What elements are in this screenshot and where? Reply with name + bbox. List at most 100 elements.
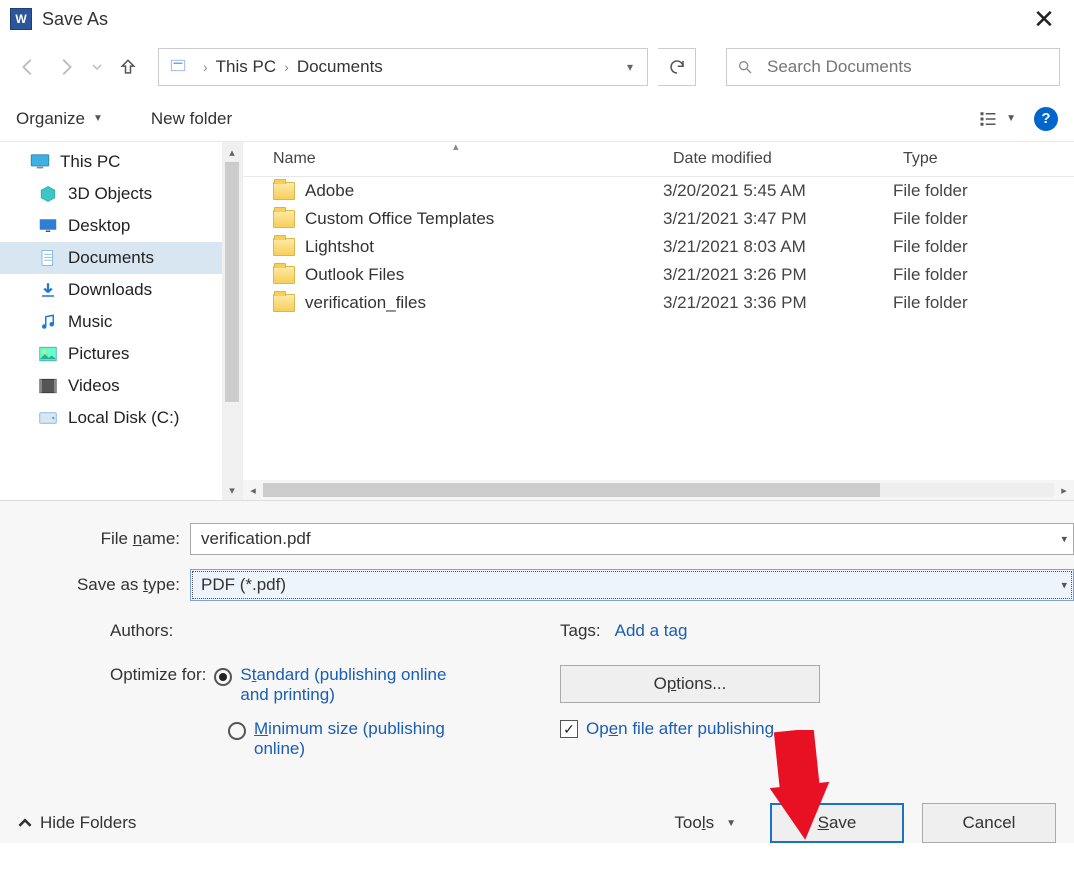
optimize-minimum-label[interactable]: Minimum size (publishing online): [254, 719, 484, 759]
breadcrumb-dropdown-icon[interactable]: ▾: [621, 60, 639, 74]
refresh-button[interactable]: [658, 48, 696, 86]
up-button[interactable]: [114, 53, 142, 81]
folder-icon: [273, 238, 295, 256]
scroll-down-icon[interactable]: ▾: [229, 480, 235, 500]
add-tag-link[interactable]: Add a tag: [615, 621, 688, 641]
optimize-label: Optimize for:: [110, 665, 206, 685]
open-after-label[interactable]: Open file after publishing: [586, 719, 774, 739]
disk-icon: [38, 409, 58, 427]
save-button[interactable]: Save: [770, 803, 904, 843]
chevron-down-icon[interactable]: ▾: [1061, 533, 1067, 546]
file-row[interactable]: Lightshot3/21/2021 8:03 AMFile folder: [243, 233, 1074, 261]
search-box[interactable]: [726, 48, 1060, 86]
sidebar-item-label: Desktop: [68, 216, 130, 236]
sidebar-item-downloads[interactable]: Downloads: [0, 274, 242, 306]
file-row[interactable]: Adobe 3/20/2021 5:45 AMFile folder: [243, 177, 1074, 205]
new-folder-button[interactable]: New folder: [151, 109, 232, 129]
help-button[interactable]: ?: [1034, 107, 1058, 131]
sidebar-scrollbar[interactable]: ▴ ▾: [222, 142, 242, 500]
file-type: File folder: [893, 237, 968, 257]
sidebar-item-label: Music: [68, 312, 112, 332]
options-button[interactable]: Options...: [560, 665, 820, 703]
optimize-minimum-radio[interactable]: [228, 722, 246, 740]
file-type: File folder: [893, 293, 968, 313]
close-icon[interactable]: ✕: [1024, 4, 1064, 35]
sidebar-item-videos[interactable]: Videos: [0, 370, 242, 402]
main-area: This PC 3D Objects Desktop Documents Downloa…: [0, 142, 1074, 500]
savetype-value: PDF (*.pdf): [201, 575, 286, 595]
chevron-down-icon[interactable]: ▾: [1061, 579, 1067, 592]
organize-menu[interactable]: Organize▼: [16, 109, 103, 129]
file-row[interactable]: Custom Office Templates3/21/2021 3:47 PM…: [243, 205, 1074, 233]
optimize-standard-radio[interactable]: [214, 668, 232, 686]
search-input[interactable]: [765, 56, 1049, 78]
sidebar-item-pictures[interactable]: Pictures: [0, 338, 242, 370]
recent-locations-dropdown[interactable]: [90, 53, 104, 81]
folder-icon: [273, 294, 295, 312]
file-date: 3/21/2021 3:47 PM: [663, 209, 893, 229]
sidebar-item-label: Documents: [68, 248, 154, 268]
tools-menu[interactable]: Tools ▼: [674, 813, 736, 833]
file-name: Lightshot: [305, 237, 374, 257]
file-row[interactable]: Outlook Files3/21/2021 3:26 PMFile folde…: [243, 261, 1074, 289]
sidebar-item-music[interactable]: Music: [0, 306, 242, 338]
doc-icon: [38, 249, 58, 267]
horizontal-scrollbar[interactable]: ◂ ▸: [243, 480, 1074, 500]
title-bar: W Save As ✕: [0, 0, 1074, 38]
tags-label: Tags:: [560, 621, 601, 641]
forward-button[interactable]: [52, 53, 80, 81]
scroll-left-icon[interactable]: ◂: [243, 484, 263, 497]
filename-value: verification.pdf: [201, 529, 311, 549]
filename-input[interactable]: verification.pdf ▾: [190, 523, 1074, 555]
authors-label: Authors:: [110, 621, 173, 641]
scroll-thumb[interactable]: [225, 162, 239, 402]
hide-folders-toggle[interactable]: Hide Folders: [18, 813, 136, 833]
sidebar-item-label: 3D Objects: [68, 184, 152, 204]
column-type[interactable]: Type: [893, 142, 949, 176]
breadcrumb-root[interactable]: This PC: [216, 57, 276, 77]
breadcrumb[interactable]: › This PC › Documents ▾: [158, 48, 648, 86]
search-icon: [737, 59, 753, 75]
cube-icon: [38, 185, 58, 203]
column-date[interactable]: Date modified: [663, 142, 893, 176]
scroll-track[interactable]: [263, 483, 1054, 497]
scroll-up-icon[interactable]: ▴: [229, 142, 235, 162]
cancel-button[interactable]: Cancel: [922, 803, 1056, 843]
back-button[interactable]: [14, 53, 42, 81]
file-date: 3/20/2021 5:45 AM: [663, 181, 893, 201]
file-name: Outlook Files: [305, 265, 404, 285]
file-name: Adobe: [305, 181, 354, 201]
sidebar-item-label: Local Disk (C:): [68, 408, 179, 428]
column-headers: ▴ Name Date modified Type: [243, 142, 1074, 177]
sidebar-item-desktop[interactable]: Desktop: [0, 210, 242, 242]
file-name: verification_files: [305, 293, 426, 313]
file-date: 3/21/2021 3:26 PM: [663, 265, 893, 285]
file-list: ▴ Name Date modified Type Adobe 3/20/2021…: [242, 142, 1074, 500]
file-date: 3/21/2021 3:36 PM: [663, 293, 893, 313]
sidebar-item-this-pc[interactable]: This PC: [0, 146, 242, 178]
location-icon: [167, 56, 189, 78]
window-title: Save As: [42, 9, 1024, 30]
savetype-select[interactable]: PDF (*.pdf) ▾: [190, 569, 1074, 601]
sidebar-item-local-disk-c-[interactable]: Local Disk (C:): [0, 402, 242, 434]
chevron-down-icon: ▼: [726, 818, 736, 829]
open-after-checkbox[interactable]: ✓: [560, 720, 578, 738]
scroll-right-icon[interactable]: ▸: [1054, 484, 1074, 497]
scroll-thumb[interactable]: [263, 483, 880, 497]
sort-indicator-icon: ▴: [453, 140, 459, 153]
breadcrumb-current[interactable]: Documents: [297, 57, 383, 77]
chevron-up-icon: [18, 816, 32, 830]
breadcrumb-sep-icon: ›: [276, 59, 297, 75]
breadcrumb-sep-icon: ›: [195, 59, 216, 75]
file-type: File folder: [893, 181, 968, 201]
navigation-pane: This PC 3D Objects Desktop Documents Downloa…: [0, 142, 242, 500]
view-options-button[interactable]: ▼: [978, 110, 1016, 128]
savetype-label: Save as type:: [0, 575, 190, 595]
sidebar-item-3d-objects[interactable]: 3D Objects: [0, 178, 242, 210]
sidebar-item-documents[interactable]: Documents: [0, 242, 242, 274]
download-icon: [38, 281, 58, 299]
optimize-standard-label[interactable]: Standard (publishing online and printing…: [240, 665, 470, 705]
file-row[interactable]: verification_files 3/21/2021 3:36 PMFile …: [243, 289, 1074, 317]
save-form: File name: verification.pdf ▾ Save as ty…: [0, 500, 1074, 843]
pictures-icon: [38, 345, 58, 363]
